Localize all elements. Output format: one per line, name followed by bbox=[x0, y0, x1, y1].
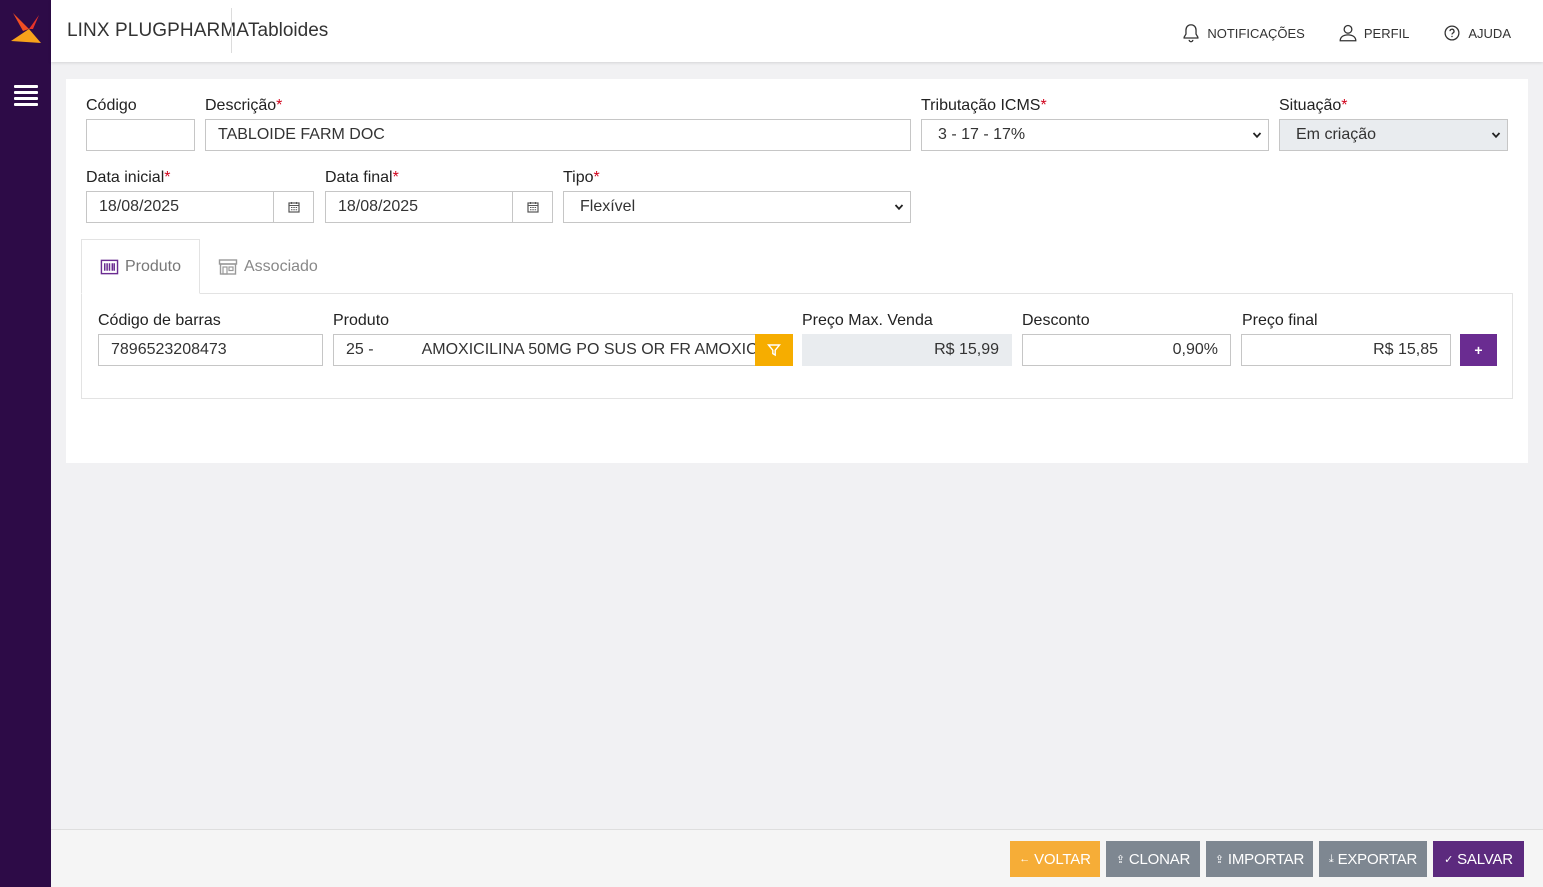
notifications-label: NOTIFICAÇÕES bbox=[1207, 25, 1305, 41]
produto-code: 25 - bbox=[346, 341, 374, 358]
barcode-icon bbox=[100, 259, 119, 274]
data-inicial-label: Data inicial* bbox=[86, 169, 171, 186]
chevron-down-icon bbox=[894, 204, 904, 211]
top-bar: LINX PLUGPHARMA Tabloides NOTIFICAÇÕES P… bbox=[51, 0, 1543, 62]
chevron-down-icon bbox=[1252, 132, 1262, 139]
codigo-input[interactable] bbox=[86, 119, 195, 151]
sidebar bbox=[0, 0, 51, 887]
upload-icon: ⇪ bbox=[1115, 853, 1125, 866]
produto-input[interactable]: 25 - AMOXICILINA 50MG PO SUS OR FR AMOXIC… bbox=[333, 334, 756, 366]
tab-produto-label: Produto bbox=[124, 257, 181, 275]
menu-toggle-icon[interactable] bbox=[14, 85, 38, 106]
add-product-button[interactable]: + bbox=[1460, 334, 1497, 366]
data-final-calendar-button[interactable] bbox=[512, 191, 553, 223]
produto-filter-button[interactable] bbox=[755, 334, 793, 366]
preco-final-input[interactable]: R$ 15,85 bbox=[1241, 334, 1451, 366]
brand-divider bbox=[231, 8, 232, 53]
upload-icon: ⇪ bbox=[1214, 853, 1224, 866]
tab-associado[interactable]: Associado bbox=[200, 239, 336, 294]
situacao-select[interactable]: Em criação bbox=[1279, 119, 1508, 151]
tipo-select[interactable]: Flexível bbox=[563, 191, 911, 223]
user-icon bbox=[1339, 24, 1357, 42]
codigo-label: Código bbox=[86, 97, 137, 114]
footer-bar: ← VOLTAR ⇪ CLONAR ⇪ IMPORTAR ⤓ EXPORTAR ✓ SAL… bbox=[51, 829, 1543, 887]
tab-associado-label: Associado bbox=[244, 257, 318, 275]
notifications-link[interactable]: NOTIFICAÇÕES bbox=[1180, 20, 1305, 44]
page-title: Tabloides bbox=[248, 20, 329, 41]
filter-icon bbox=[767, 344, 781, 357]
desconto-input[interactable]: 0,90% bbox=[1022, 334, 1231, 366]
data-final-label: Data final* bbox=[325, 169, 399, 186]
descricao-input[interactable]: TABLOIDE FARM DOC bbox=[205, 119, 911, 151]
preco-max-label: Preço Max. Venda bbox=[802, 312, 933, 329]
preco-max-input: R$ 15,99 bbox=[802, 334, 1012, 366]
voltar-button[interactable]: ← VOLTAR bbox=[1010, 841, 1100, 877]
codigo-barras-input[interactable]: 7896523208473 bbox=[98, 334, 323, 366]
calendar-icon bbox=[287, 202, 300, 213]
help-link[interactable]: AJUDA bbox=[1441, 20, 1511, 44]
salvar-button[interactable]: ✓ SALVAR bbox=[1433, 841, 1524, 877]
calendar-icon bbox=[526, 202, 539, 213]
tributacao-select[interactable]: 3 - 17 - 17% bbox=[921, 119, 1269, 151]
help-label: AJUDA bbox=[1468, 25, 1511, 41]
desconto-label: Desconto bbox=[1022, 312, 1090, 329]
data-inicial-calendar-button[interactable] bbox=[273, 191, 314, 223]
profile-link[interactable]: PERFIL bbox=[1337, 20, 1410, 44]
profile-label: PERFIL bbox=[1363, 25, 1410, 41]
produto-label: Produto bbox=[333, 312, 390, 329]
codigo-barras-label: Código de barras bbox=[98, 312, 221, 329]
arrow-left-icon: ← bbox=[1019, 853, 1031, 865]
data-inicial-input[interactable]: 18/08/2025 bbox=[86, 191, 274, 223]
store-icon bbox=[218, 258, 238, 275]
data-final-input[interactable]: 18/08/2025 bbox=[325, 191, 513, 223]
clonar-button[interactable]: ⇪ CLONAR bbox=[1106, 841, 1200, 877]
check-icon: ✓ bbox=[1444, 853, 1454, 866]
produto-name: AMOXICILINA 50MG PO SUS OR FR AMOXICIL bbox=[421, 341, 756, 358]
chevron-down-icon bbox=[1491, 132, 1501, 139]
brand-name: LINX PLUGPHARMA bbox=[67, 20, 250, 41]
situacao-label: Situação* bbox=[1279, 97, 1348, 114]
tab-produto[interactable]: Produto bbox=[81, 239, 200, 294]
tributacao-label: Tributação ICMS* bbox=[921, 97, 1047, 114]
download-icon: ⤓ bbox=[1328, 852, 1334, 865]
preco-final-label: Preço final bbox=[1242, 312, 1318, 329]
importar-button[interactable]: ⇪ IMPORTAR bbox=[1206, 841, 1313, 877]
descricao-label: Descrição* bbox=[205, 97, 283, 114]
bell-icon bbox=[1183, 24, 1199, 43]
exportar-button[interactable]: ⤓ EXPORTAR bbox=[1319, 841, 1427, 877]
linx-logo-icon[interactable] bbox=[9, 11, 43, 47]
tipo-label: Tipo* bbox=[563, 169, 600, 186]
help-circle-icon bbox=[1444, 25, 1460, 41]
